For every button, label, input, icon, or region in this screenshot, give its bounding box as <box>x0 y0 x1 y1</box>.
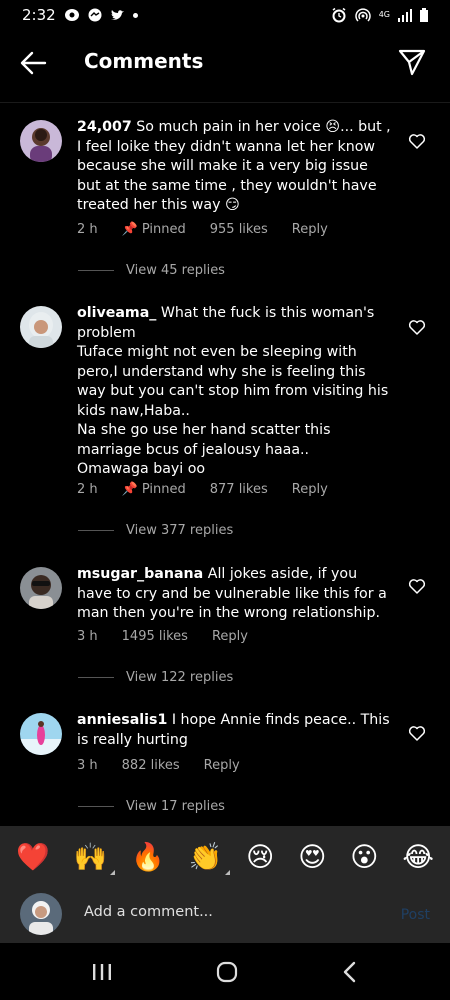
heart-icon[interactable] <box>408 318 426 336</box>
replies-divider-line <box>78 806 114 807</box>
avatar[interactable] <box>20 306 62 348</box>
page-title: Comments <box>84 49 204 73</box>
header: Comments <box>0 38 450 88</box>
back-arrow-icon[interactable] <box>18 48 48 78</box>
heart-icon[interactable] <box>408 577 426 595</box>
messenger-notification-icon <box>88 8 102 22</box>
battery-icon <box>420 8 428 22</box>
status-bar: 2:32 4G <box>0 0 450 30</box>
status-left: 2:32 <box>22 6 138 24</box>
view-replies-button[interactable]: View 377 replies <box>78 523 233 538</box>
heart-icon[interactable] <box>408 132 426 150</box>
comment-text: oliveama_ What the fuck is this woman's … <box>77 304 395 480</box>
comment-username[interactable]: 24,007 <box>77 119 132 135</box>
status-right: 4G <box>331 7 428 23</box>
heart-emoji-button[interactable]: ❤️ <box>16 841 50 873</box>
replies-divider-line <box>78 270 114 271</box>
comment-username[interactable]: msugar_banana <box>77 566 203 582</box>
laughing-emoji-button[interactable]: 😂 <box>402 842 434 873</box>
reply-button[interactable]: Reply <box>204 758 240 773</box>
pinned-text: Pinned <box>141 482 186 497</box>
comment-input[interactable]: Add a comment... <box>84 904 213 920</box>
avatar-image <box>20 713 62 755</box>
view-replies-label: View 45 replies <box>126 263 225 278</box>
back-nav-icon[interactable] <box>341 961 359 983</box>
pinned-label: 📌 Pinned <box>122 222 186 237</box>
current-user-avatar <box>20 893 62 935</box>
avatar[interactable] <box>20 713 62 755</box>
emoji-reaction-bar: ❤️ 🙌 🔥 👏 😢 😍 😮 😂 <box>0 826 450 888</box>
comment-text: msugar_banana All jokes aside, if you ha… <box>77 565 395 624</box>
avatar-image <box>20 306 62 348</box>
comment-body: What the fuck is this woman's problem Tu… <box>77 305 389 477</box>
twitter-notification-icon <box>110 9 124 20</box>
view-replies-label: View 17 replies <box>126 799 225 814</box>
pin-icon: 📌 <box>121 482 138 497</box>
fire-emoji-button[interactable]: 🔥 <box>131 841 165 873</box>
view-replies-button[interactable]: View 45 replies <box>78 263 225 278</box>
heart-icon[interactable] <box>408 724 426 742</box>
raising-hands-emoji-button[interactable]: 🙌 <box>74 841 115 875</box>
pin-icon: 📌 <box>121 222 138 237</box>
likes-count[interactable]: 955 likes <box>210 222 268 237</box>
comment-time: 3 h <box>77 758 98 773</box>
view-replies-label: View 122 replies <box>126 670 234 685</box>
comment-text: 24,007 So much pain in her voice 😣... bu… <box>77 118 395 216</box>
view-replies-button[interactable]: View 17 replies <box>78 799 225 814</box>
status-time: 2:32 <box>22 6 56 24</box>
clapping-emoji-button[interactable]: 👏 <box>189 841 230 875</box>
comment-composer: Add a comment... Post <box>0 888 450 943</box>
pinned-text: Pinned <box>141 222 186 237</box>
share-direct-icon[interactable] <box>398 48 426 76</box>
hotspot-icon <box>355 8 371 22</box>
replies-divider-line <box>78 530 114 531</box>
surprised-emoji-button[interactable]: 😮 <box>350 842 378 873</box>
likes-count[interactable]: 877 likes <box>210 482 268 497</box>
comment-username[interactable]: oliveama_ <box>77 305 156 321</box>
avatar[interactable] <box>20 120 62 162</box>
view-replies-button[interactable]: View 122 replies <box>78 670 233 685</box>
post-button[interactable]: Post <box>401 907 430 923</box>
comment-time: 2 h <box>77 482 98 497</box>
comment-time: 3 h <box>77 629 98 644</box>
reply-button[interactable]: Reply <box>292 482 328 497</box>
notification-dot-icon <box>132 12 138 18</box>
avatar-image <box>20 567 62 609</box>
comment-meta: 3 h 1495 likes Reply <box>77 629 248 644</box>
instagram-notification-icon <box>64 9 79 21</box>
comment-meta: 3 h 882 likes Reply <box>77 758 240 773</box>
heart-eyes-emoji-button[interactable]: 😍 <box>298 842 326 873</box>
network-label: 4G <box>378 10 390 19</box>
crying-emoji-button[interactable]: 😢 <box>246 842 274 873</box>
replies-divider-line <box>78 677 114 678</box>
comment-username[interactable]: anniesalis1 <box>77 712 167 728</box>
pinned-label: 📌 Pinned <box>122 482 186 497</box>
avatar-image <box>20 120 62 162</box>
comment-meta: 2 h 📌 Pinned 877 likes Reply <box>77 482 328 497</box>
recent-apps-icon[interactable] <box>91 962 113 982</box>
system-navigation-bar <box>0 943 450 1000</box>
header-divider <box>0 102 450 103</box>
likes-count[interactable]: 1495 likes <box>122 629 188 644</box>
alarm-icon <box>332 7 346 23</box>
reply-button[interactable]: Reply <box>212 629 248 644</box>
reply-button[interactable]: Reply <box>292 222 328 237</box>
avatar[interactable] <box>20 567 62 609</box>
signal-icon <box>398 8 412 22</box>
comment-time: 2 h <box>77 222 98 237</box>
comment-text: anniesalis1 I hope Annie finds peace.. T… <box>77 711 395 750</box>
avatar-image <box>20 893 62 935</box>
comment-meta: 2 h 📌 Pinned 955 likes Reply <box>77 222 328 237</box>
view-replies-label: View 377 replies <box>126 523 234 538</box>
likes-count[interactable]: 882 likes <box>122 758 180 773</box>
home-icon[interactable] <box>215 960 239 984</box>
